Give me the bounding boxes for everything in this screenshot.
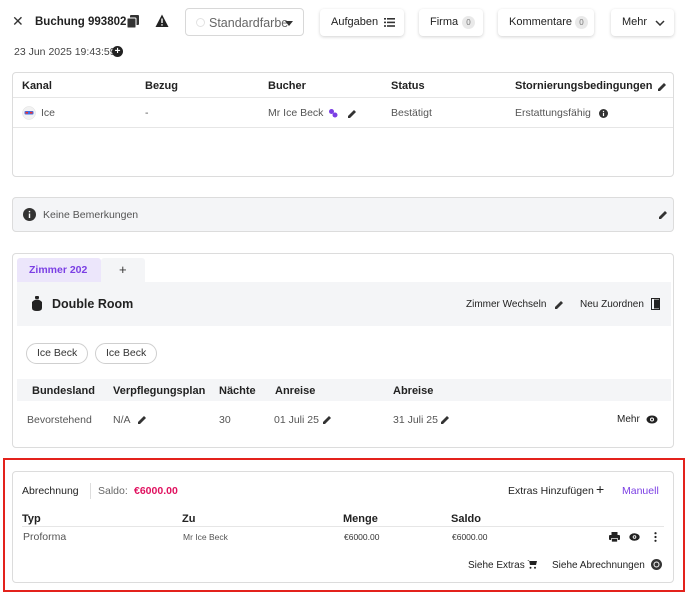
door-icon[interactable] — [651, 298, 660, 310]
invoice-type-value: Proforma — [23, 531, 67, 543]
plus-icon[interactable]: + — [596, 481, 604, 497]
info-icon — [23, 208, 36, 221]
company-label: Firma — [430, 16, 459, 28]
room-more-button[interactable]: Mehr — [617, 414, 640, 425]
comments-label: Kommentare — [509, 16, 572, 28]
color-swatch — [196, 18, 205, 27]
comments-count-badge: 0 — [575, 16, 588, 29]
arrival-value: 01 Juli 25 — [274, 414, 319, 426]
color-select[interactable]: Standardfarbe — [185, 8, 304, 36]
header-arrival: Anreise — [275, 385, 316, 397]
bag-icon — [32, 296, 42, 311]
invoice-balance-value: €6000.00 — [452, 532, 488, 542]
tab-room-label: Zimmer 202 — [29, 264, 88, 276]
tab-room-202[interactable]: Zimmer 202 — [17, 258, 101, 282]
balance-value: €6000.00 — [134, 485, 178, 497]
manual-button[interactable]: Manuell — [622, 485, 659, 497]
add-room-tab[interactable]: + — [101, 258, 145, 282]
header-type: Typ — [22, 513, 41, 525]
top-bar: ✕ Buchung 993802 Standardfarbe Aufgaben … — [0, 6, 688, 38]
channel-logo-icon — [22, 106, 36, 120]
header-channel: Kanal — [22, 80, 52, 92]
company-button[interactable]: Firma 0 — [419, 9, 483, 36]
guest-chip[interactable]: Ice Beck — [95, 343, 158, 364]
room-table-header: Bundesland Verpflegungsplan Nächte Anrei… — [17, 379, 671, 401]
info-icon[interactable] — [599, 109, 608, 118]
header-cancellation: Stornierungsbedingungen — [515, 80, 653, 92]
divider — [22, 526, 664, 527]
eye-icon[interactable] — [646, 415, 658, 424]
chevron-down-icon — [655, 20, 665, 26]
channel-value: Ice — [41, 107, 56, 119]
booking-details-card: Kanal Bezug Bucher Status Stornierungsbe… — [12, 72, 674, 177]
header-status: Status — [391, 80, 425, 92]
edit-meal-plan-icon[interactable] — [137, 415, 147, 425]
close-icon[interactable]: ✕ — [12, 14, 24, 28]
print-icon[interactable] — [609, 532, 620, 542]
edit-booker-icon[interactable] — [347, 109, 357, 119]
see-invoices-button[interactable]: Siehe Abrechnungen — [552, 560, 645, 571]
coin-icon[interactable] — [651, 559, 662, 570]
nights-value: 30 — [219, 414, 231, 426]
user-link-icon[interactable] — [328, 108, 338, 118]
more-button[interactable]: Mehr — [611, 9, 674, 36]
state-value: Bevorstehend — [27, 414, 92, 426]
edit-icon[interactable] — [554, 300, 564, 310]
add-icon[interactable]: + — [112, 46, 123, 57]
invoice-to-value: Mr Ice Beck — [183, 532, 228, 542]
remarks-card: Keine Bemerkungen — [12, 197, 674, 232]
comments-button[interactable]: Kommentare 0 — [498, 9, 594, 36]
copy-icon[interactable] — [127, 15, 139, 28]
room-type: Double Room — [52, 297, 134, 311]
color-select-value: Standardfarbe — [209, 16, 289, 30]
see-extras-button[interactable]: Siehe Extras — [468, 560, 525, 571]
tasks-button[interactable]: Aufgaben — [320, 9, 404, 36]
more-label: Mehr — [622, 16, 648, 28]
add-extras-button[interactable]: Extras Hinzufügen — [508, 485, 594, 497]
change-room-button[interactable]: Zimmer Wechseln — [466, 299, 546, 310]
add-tab-label: + — [119, 262, 127, 277]
departure-value: 31 Juli 25 — [393, 414, 438, 426]
guest-chip[interactable]: Ice Beck — [26, 343, 89, 364]
header-reference: Bezug — [145, 80, 178, 92]
edit-icon[interactable] — [657, 82, 667, 92]
header-balance: Saldo — [451, 513, 481, 525]
edit-departure-icon[interactable] — [440, 415, 450, 425]
kebab-menu-icon[interactable] — [654, 532, 657, 542]
cart-icon[interactable] — [527, 560, 537, 569]
header-departure: Abreise — [393, 385, 434, 397]
tasks-label: Aufgaben — [331, 16, 379, 28]
header-nights: Nächte — [219, 385, 256, 397]
chevron-down-icon — [285, 21, 293, 26]
edit-arrival-icon[interactable] — [322, 415, 332, 425]
room-header: Double Room Zimmer Wechseln Neu Zuordnen — [17, 282, 671, 326]
reassign-button[interactable]: Neu Zuordnen — [580, 299, 644, 310]
meal-plan-value: N/A — [113, 414, 131, 426]
remarks-text: Keine Bemerkungen — [43, 209, 139, 221]
eye-icon[interactable] — [629, 533, 640, 541]
balance-label: Saldo: — [98, 485, 128, 497]
billing-card: Abrechnung Saldo: €6000.00 Extras Hinzuf… — [12, 471, 674, 583]
billing-title: Abrechnung — [22, 485, 79, 497]
edit-remarks-icon[interactable] — [658, 210, 668, 220]
header-booker: Bucher — [268, 80, 306, 92]
invoice-amount-value: €6000.00 — [344, 532, 380, 542]
company-count-badge: 0 — [462, 16, 475, 29]
header-meal-plan: Verpflegungsplan — [113, 385, 206, 397]
room-card: Zimmer 202 + Double Room Zimmer Wechseln… — [12, 253, 674, 448]
list-icon — [384, 18, 395, 27]
divider — [13, 97, 673, 98]
booker-value[interactable]: Mr Ice Beck — [268, 107, 323, 119]
header-to: Zu — [182, 513, 196, 525]
divider — [13, 127, 673, 128]
reference-value: - — [145, 107, 149, 119]
booking-timestamp: 23 Jun 2025 19:43:59 — [14, 46, 116, 58]
header-amount: Menge — [343, 513, 378, 525]
cancellation-value: Erstattungsfähig — [515, 107, 591, 119]
divider — [90, 483, 91, 499]
warning-icon[interactable] — [155, 14, 169, 28]
status-value: Bestätigt — [391, 107, 432, 119]
header-state: Bundesland — [32, 385, 95, 397]
booking-title: Buchung 993802 — [35, 16, 127, 28]
